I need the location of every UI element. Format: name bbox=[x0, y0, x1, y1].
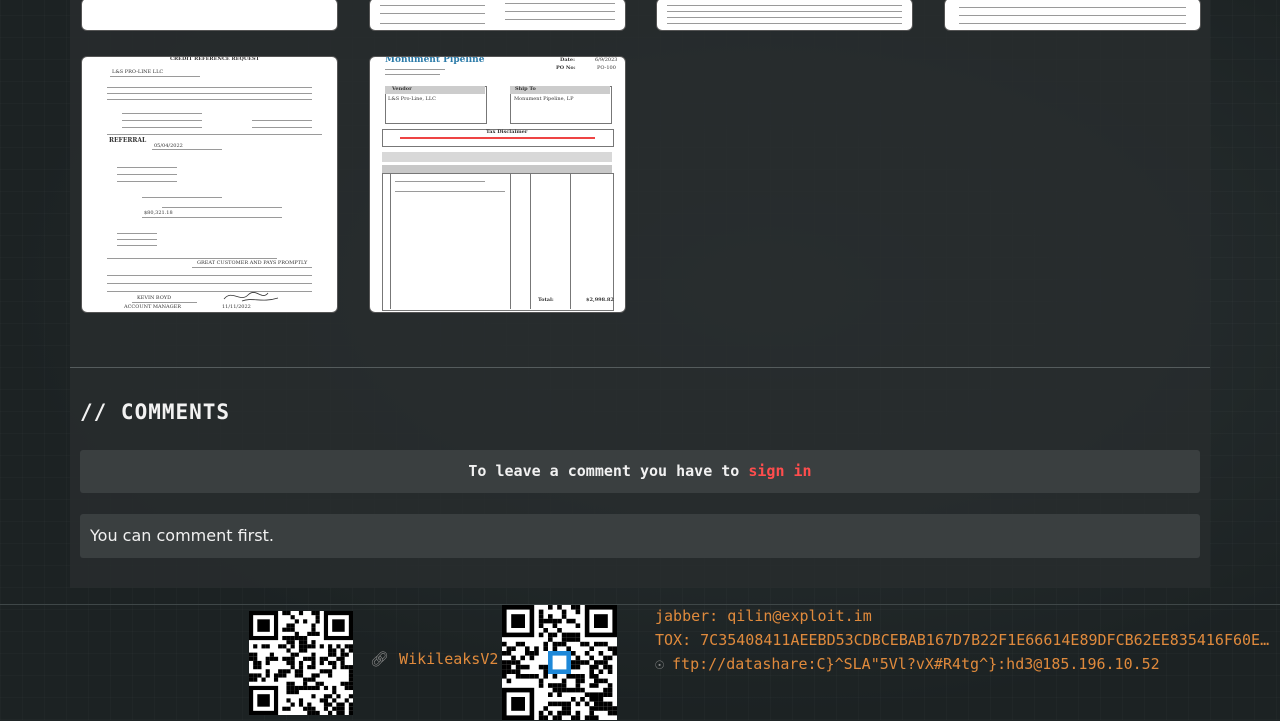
form-title: ACCOUNT MANAGER bbox=[124, 304, 181, 310]
comments-heading: // COMMENTS bbox=[80, 400, 231, 424]
invoice-date-label: Date: bbox=[560, 57, 575, 63]
document-thumbnail[interactable] bbox=[81, 0, 338, 31]
document-page bbox=[945, 0, 1200, 30]
eye-icon: ☉ bbox=[655, 655, 665, 673]
form-heading: CREDIT REFERENCE REQUEST bbox=[170, 56, 260, 62]
document-thumbnail[interactable] bbox=[656, 0, 913, 31]
empty-comments-message: You can comment first. bbox=[80, 514, 1200, 558]
sign-in-link[interactable]: sign in bbox=[748, 462, 811, 480]
ftp-link[interactable]: ☉ ftp://datashare:C}^SLA"5Vl?vX#R4tg^}:hd… bbox=[655, 655, 1160, 673]
link-icon: 🔗︎ bbox=[370, 650, 390, 668]
form-section: REFERRAL bbox=[109, 137, 147, 144]
qr-code-icon bbox=[502, 605, 617, 720]
invoice-terms-header bbox=[382, 152, 612, 162]
invoice-vendor-label: Vendor bbox=[392, 86, 412, 92]
invoice-brand: Monument Pipeline bbox=[385, 56, 485, 65]
invoice-items-table bbox=[382, 173, 614, 311]
wikileaks-label: WikileaksV2 bbox=[399, 650, 499, 668]
ftp-address: ftp://datashare:C}^SLA"5Vl?vX#R4tg^}:hd3… bbox=[672, 655, 1160, 673]
jabber-contact[interactable]: jabber: qilin@exploit.im bbox=[655, 607, 872, 625]
document-page: Monument Pipeline Date: 6/9/2023 PO No: … bbox=[370, 57, 625, 312]
form-balance: $80,321.18 bbox=[144, 210, 173, 216]
invoice-total: $2,998.82 bbox=[586, 297, 614, 303]
document-page bbox=[82, 0, 337, 30]
invoice-disclaimer: Tax Disclaimer bbox=[486, 129, 528, 135]
wikileaks-link[interactable]: 🔗︎ WikileaksV2 bbox=[370, 650, 498, 668]
form-company: L&S PRO-LINE LLC bbox=[112, 69, 164, 75]
qr-code-icon bbox=[249, 611, 353, 715]
document-page: CREDIT REFERENCE REQUEST L&S PRO-LINE LL… bbox=[82, 57, 337, 312]
invoice-vendor: L&S Pro-Line, LLC bbox=[388, 96, 436, 102]
invoice-ship-label: Ship To bbox=[515, 86, 536, 92]
invoice-po-label: PO No: bbox=[556, 65, 576, 71]
invoice-col bbox=[530, 173, 531, 309]
form-comment: GREAT CUSTOMER AND PAYS PROMPTLY bbox=[197, 260, 308, 266]
invoice-col bbox=[390, 173, 391, 309]
form-print-name: KEVIN BOYD bbox=[137, 295, 172, 301]
invoice-disclaimer-text bbox=[400, 137, 595, 139]
invoice-po: PO-100 bbox=[597, 65, 616, 71]
invoice-thumbnail[interactable]: Monument Pipeline Date: 6/9/2023 PO No: … bbox=[369, 56, 626, 313]
tox-id[interactable]: TOX: 7C35408411AEEBD53CDBCEBAB167D7B22F1… bbox=[655, 631, 1275, 649]
sign-in-prompt-text: To leave a comment you have to bbox=[468, 462, 749, 480]
document-page bbox=[370, 0, 625, 30]
signature-scribble bbox=[223, 292, 279, 302]
invoice-date: 6/9/2023 bbox=[595, 57, 618, 63]
invoice-ship-to: Monument Pipeline, LP bbox=[514, 96, 574, 102]
invoice-items-header bbox=[382, 165, 612, 173]
document-page bbox=[657, 0, 912, 30]
invoice-col bbox=[570, 173, 571, 309]
section-divider bbox=[70, 367, 1210, 368]
credit-reference-thumbnail[interactable]: CREDIT REFERENCE REQUEST L&S PRO-LINE LL… bbox=[81, 56, 338, 313]
invoice-total-label: Total: bbox=[538, 297, 554, 303]
sign-in-prompt: To leave a comment you have to sign in bbox=[80, 450, 1200, 493]
invoice-col bbox=[510, 173, 511, 309]
document-thumbnail[interactable] bbox=[369, 0, 626, 31]
document-thumbnail[interactable] bbox=[944, 0, 1201, 31]
